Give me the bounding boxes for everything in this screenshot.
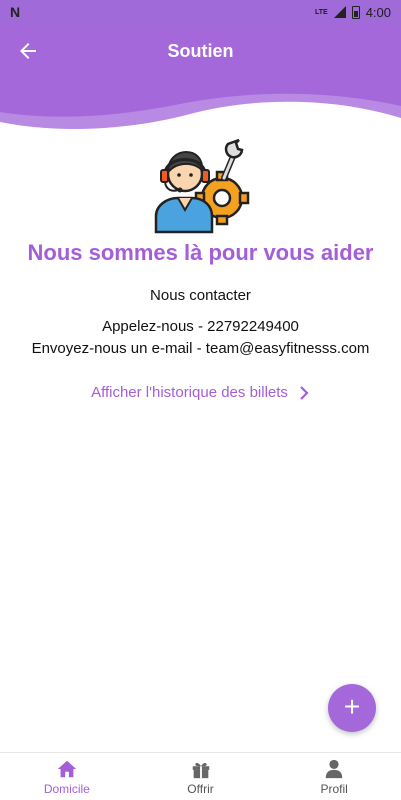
app-bar: Soutien bbox=[0, 24, 401, 78]
battery-icon bbox=[351, 5, 360, 19]
nav-item-profile[interactable]: Profil bbox=[267, 753, 401, 800]
page-title: Soutien bbox=[167, 40, 234, 61]
signal-icon bbox=[333, 6, 346, 18]
wrench-icon bbox=[221, 138, 244, 181]
ticket-history-link[interactable]: Afficher l'historique des billets bbox=[0, 384, 401, 401]
contact-title: Nous contacter bbox=[150, 287, 251, 304]
phone-contact[interactable]: Appelez-nous - 22792249400 bbox=[0, 318, 401, 335]
chevron-right-icon bbox=[300, 385, 309, 400]
nav-item-offer[interactable]: Offrir bbox=[134, 753, 268, 800]
home-icon bbox=[57, 760, 76, 777]
support-agent-illustration bbox=[154, 138, 250, 234]
network-type: LTE bbox=[314, 8, 328, 16]
gift-icon bbox=[192, 762, 209, 778]
header-wave bbox=[0, 78, 401, 129]
nav-label-home: Domicile bbox=[43, 781, 90, 796]
add-ticket-button[interactable]: + bbox=[328, 684, 376, 732]
nav-label-profile: Profil bbox=[320, 781, 348, 796]
person-icon bbox=[325, 759, 343, 778]
email-contact[interactable]: Envoyez-nous un e-mail - team@easyfitnes… bbox=[0, 340, 401, 357]
bottom-navigation: Domicile Offrir Profil bbox=[0, 752, 401, 800]
status-bar: N LTE 4:00 bbox=[0, 0, 401, 24]
plus-icon: + bbox=[343, 691, 361, 722]
status-time: 4:00 bbox=[365, 4, 391, 20]
status-icons: LTE 4:00 bbox=[315, 5, 391, 20]
ticket-history-label: Afficher l'historique des billets bbox=[91, 384, 288, 401]
headline: Nous sommes là pour vous aider bbox=[27, 240, 374, 265]
n-logo-icon: N bbox=[10, 4, 21, 20]
nav-item-home[interactable]: Domicile bbox=[0, 753, 134, 800]
back-arrow-icon[interactable] bbox=[16, 39, 40, 63]
nav-label-offer: Offrir bbox=[187, 781, 214, 796]
